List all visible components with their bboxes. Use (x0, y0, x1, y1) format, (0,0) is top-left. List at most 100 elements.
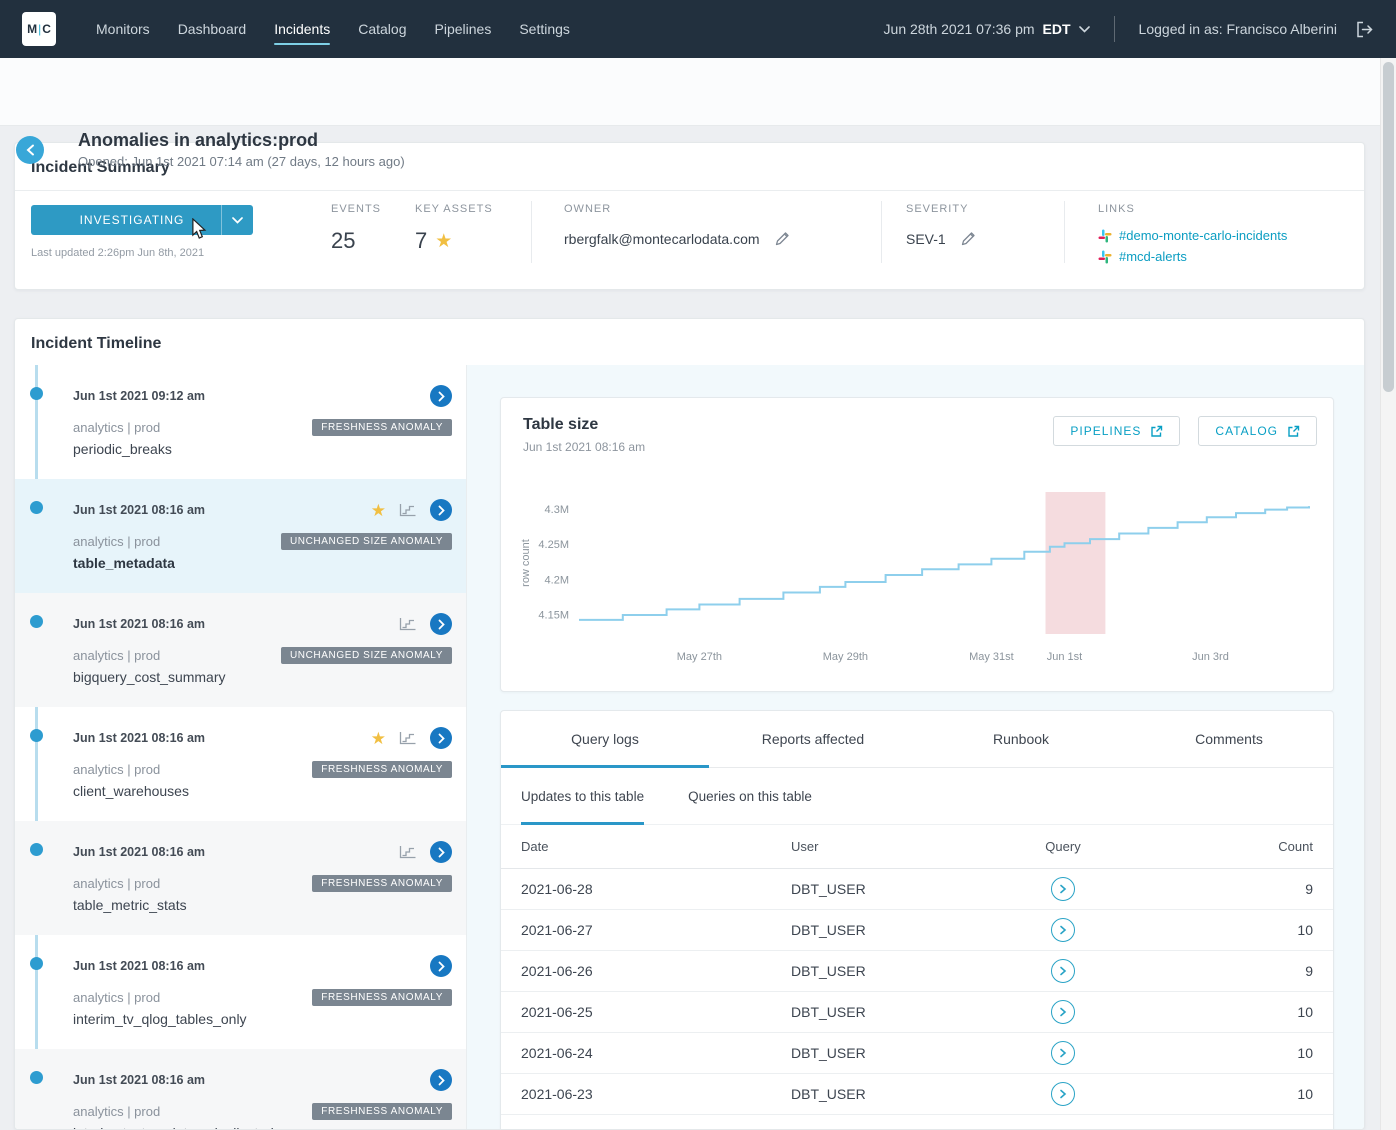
svg-text:Jun 1st: Jun 1st (1047, 651, 1082, 663)
open-query-button[interactable] (1051, 1041, 1075, 1065)
anomaly-type-badge: UNCHANGED SIZE ANOMALY (281, 533, 452, 550)
tab-reports-affected[interactable]: Reports affected (709, 711, 917, 767)
back-button[interactable] (16, 136, 44, 164)
catalog-button[interactable]: CATALOG (1198, 416, 1317, 446)
subtab-queries-on-this-table[interactable]: Queries on this table (688, 768, 812, 824)
open-query-button[interactable] (1051, 1000, 1075, 1024)
timeline-item[interactable]: Jun 1st 2021 08:16 am analytics | prod F… (15, 935, 466, 1049)
timeline-item-open-button[interactable] (430, 499, 452, 521)
open-query-button[interactable] (1051, 1082, 1075, 1106)
timeline-item[interactable]: Jun 1st 2021 08:16 am analytics | prod F… (15, 821, 466, 935)
timeline-item-dataset: analytics | prod (73, 762, 160, 777)
column-header-user: User (791, 839, 993, 854)
logout-icon[interactable] (1355, 20, 1374, 39)
timeline-dot-icon (30, 501, 43, 514)
table-row: 2021-06-23 DBT_USER 10 (501, 1074, 1333, 1115)
logged-in-user-label: Logged in as: Francisco Alberini (1139, 21, 1337, 37)
subtab-updates-to-this-table[interactable]: Updates to this table (521, 768, 644, 824)
cell-user: DBT_USER (791, 922, 993, 938)
timeline-item-date: Jun 1st 2021 08:16 am (73, 731, 205, 745)
page-scrollbar[interactable] (1380, 58, 1396, 1130)
datetime-selector[interactable]: Jun 28th 2021 07:36 pm EDT (884, 21, 1090, 37)
anomaly-type-badge: FRESHNESS ANOMALY (312, 875, 452, 892)
column-header-count: Count (1133, 839, 1313, 854)
timeline-item-date: Jun 1st 2021 08:16 am (73, 959, 205, 973)
timeline-item-dataset: analytics | prod (73, 876, 160, 891)
svg-text:4.3M: 4.3M (545, 504, 569, 516)
edit-severity-button[interactable] (958, 228, 979, 249)
timeline-item-open-button[interactable] (430, 385, 452, 407)
open-query-button[interactable] (1051, 877, 1075, 901)
cell-user: DBT_USER (791, 963, 993, 979)
tab-runbook[interactable]: Runbook (917, 711, 1125, 767)
anomaly-band (1046, 492, 1106, 634)
timeline-item-table-name: periodic_breaks (73, 441, 466, 457)
summary-divider (1064, 201, 1065, 263)
nav-incidents[interactable]: Incidents (264, 0, 340, 58)
tab-comments[interactable]: Comments (1125, 711, 1333, 767)
slack-channel-link[interactable]: #mcd-alerts (1098, 249, 1287, 264)
timeline-item-dataset: analytics | prod (73, 990, 160, 1005)
key-asset-star-icon: ★ (371, 502, 386, 519)
timeline-item-table-name: interim_tv_templates_duplicated (73, 1125, 466, 1130)
anomaly-type-badge: FRESHNESS ANOMALY (312, 419, 452, 436)
query-log-subtabs: Updates to this table Queries on this ta… (501, 768, 1333, 825)
nav-catalog[interactable]: Catalog (348, 0, 416, 58)
timeline-item-date: Jun 1st 2021 08:16 am (73, 617, 205, 631)
anomaly-type-badge: FRESHNESS ANOMALY (312, 1103, 452, 1120)
pipelines-button-label: PIPELINES (1070, 424, 1141, 438)
timeline-item-date: Jun 1st 2021 08:16 am (73, 503, 205, 517)
key-asset-star-icon: ★ (435, 232, 452, 251)
timeline-list: Jun 1st 2021 09:12 am analytics | prod F… (15, 365, 466, 1129)
nav-dashboard[interactable]: Dashboard (168, 0, 257, 58)
svg-text:4.2M: 4.2M (545, 574, 569, 586)
pipelines-button[interactable]: PIPELINES (1053, 416, 1180, 446)
open-query-button[interactable] (1051, 959, 1075, 983)
monte-carlo-logo[interactable]: M|C (22, 12, 56, 46)
status-last-updated: Last updated 2:26pm Jun 8th, 2021 (31, 247, 253, 259)
cell-count: 10 (1133, 1045, 1313, 1061)
timeline-item[interactable]: Jun 1st 2021 08:16 am ★ analytics | prod… (15, 479, 466, 593)
detail-tabs: Query logs Reports affected Runbook Comm… (501, 711, 1333, 768)
timeline-item-open-button[interactable] (430, 613, 452, 635)
anomaly-type-badge: FRESHNESS ANOMALY (312, 761, 452, 778)
summary-divider (881, 201, 882, 263)
owner-label: OWNER (564, 203, 793, 215)
slack-link-text: #demo-monte-carlo-incidents (1119, 228, 1287, 243)
events-stat: EVENTS 25 (331, 203, 381, 254)
timeline-dot-icon (30, 729, 43, 742)
external-link-icon (1287, 425, 1300, 438)
table-row: 2021-06-28 DBT_USER 9 (501, 869, 1333, 910)
severity-label: SEVERITY (906, 203, 979, 215)
nav-settings[interactable]: Settings (509, 0, 580, 58)
timeline-item-open-button[interactable] (430, 955, 452, 977)
cell-date: 2021-06-28 (521, 881, 791, 897)
timeline-item-open-button[interactable] (430, 841, 452, 863)
timeline-item-table-name: interim_tv_qlog_tables_only (73, 1011, 466, 1027)
table-size-subtitle: Jun 1st 2021 08:16 am (523, 440, 645, 454)
nav-monitors[interactable]: Monitors (86, 0, 160, 58)
key-assets-label: KEY ASSETS (415, 203, 493, 215)
nav-pipelines[interactable]: Pipelines (425, 0, 502, 58)
open-query-button[interactable] (1051, 918, 1075, 942)
timeline-item-open-button[interactable] (430, 1069, 452, 1091)
svg-text:May 31st: May 31st (969, 651, 1014, 663)
scrollbar-thumb[interactable] (1383, 62, 1394, 392)
incident-status-dropdown[interactable]: INVESTIGATING (31, 205, 253, 235)
slack-channel-link[interactable]: #demo-monte-carlo-incidents (1098, 228, 1287, 243)
edit-owner-button[interactable] (772, 228, 793, 249)
events-label: EVENTS (331, 203, 381, 215)
anomaly-type-badge: FRESHNESS ANOMALY (312, 989, 452, 1006)
timeline-item-dataset: analytics | prod (73, 420, 160, 435)
cell-user: DBT_USER (791, 1086, 993, 1102)
key-assets-value: 7 (415, 228, 427, 254)
table-size-panel: Table size Jun 1st 2021 08:16 am PIPELIN… (500, 397, 1334, 692)
timeline-dot-icon (30, 1071, 43, 1084)
tab-query-logs[interactable]: Query logs (501, 711, 709, 767)
logo-letter-c: C (42, 22, 51, 36)
timeline-item[interactable]: Jun 1st 2021 08:16 am ★ analytics | prod… (15, 707, 466, 821)
timeline-item[interactable]: Jun 1st 2021 08:16 am analytics | prod F… (15, 1049, 466, 1130)
timeline-item-open-button[interactable] (430, 727, 452, 749)
timeline-item[interactable]: Jun 1st 2021 08:16 am analytics | prod U… (15, 593, 466, 707)
timeline-item[interactable]: Jun 1st 2021 09:12 am analytics | prod F… (15, 365, 466, 479)
